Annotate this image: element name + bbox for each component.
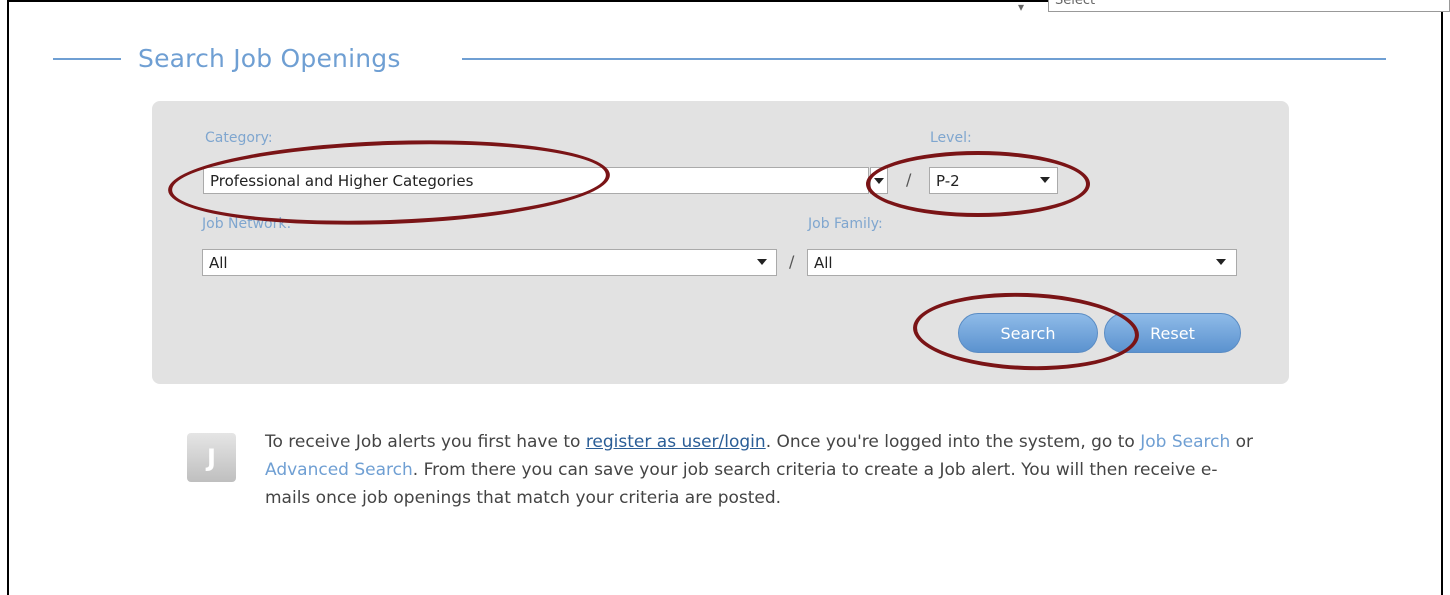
level-label: Level: xyxy=(930,130,972,146)
info-text-2: . Once you're logged into the system, go… xyxy=(765,432,1141,452)
chevron-down-icon xyxy=(1216,259,1226,265)
job-family-select[interactable]: All xyxy=(807,249,1237,276)
level-select[interactable]: P-2 xyxy=(929,167,1058,194)
legend-line-right xyxy=(462,58,1386,60)
advanced-search-link[interactable]: Advanced Search xyxy=(265,460,413,480)
top-marker: ▾ xyxy=(1018,0,1025,14)
chevron-down-icon xyxy=(757,259,767,265)
job-alert-info: To receive Job alerts you first have to … xyxy=(265,428,1255,512)
job-network-label: Job Network: xyxy=(202,216,292,232)
section-title: Search Job Openings xyxy=(138,44,401,73)
top-select[interactable]: Select xyxy=(1048,0,1450,12)
job-network-select[interactable]: All xyxy=(202,249,777,276)
info-text-1: To receive Job alerts you first have to xyxy=(265,432,586,452)
reset-button[interactable]: Reset xyxy=(1104,313,1241,353)
register-login-link[interactable]: register as user/login xyxy=(586,432,766,452)
job-alert-icon: J xyxy=(187,433,236,482)
chevron-down-icon xyxy=(874,178,884,184)
chevron-down-icon xyxy=(1040,177,1050,183)
category-label: Category: xyxy=(205,130,273,146)
legend-line-left xyxy=(53,58,121,60)
separator-slash: / xyxy=(906,170,912,189)
category-dropdown-button[interactable] xyxy=(870,167,888,194)
info-text-3: or xyxy=(1230,432,1254,452)
job-search-link[interactable]: Job Search xyxy=(1140,432,1230,452)
job-family-label: Job Family: xyxy=(808,216,883,232)
search-button[interactable]: Search xyxy=(958,313,1098,353)
category-select[interactable]: Professional and Higher Categories xyxy=(203,167,869,194)
separator-slash: / xyxy=(789,252,795,271)
